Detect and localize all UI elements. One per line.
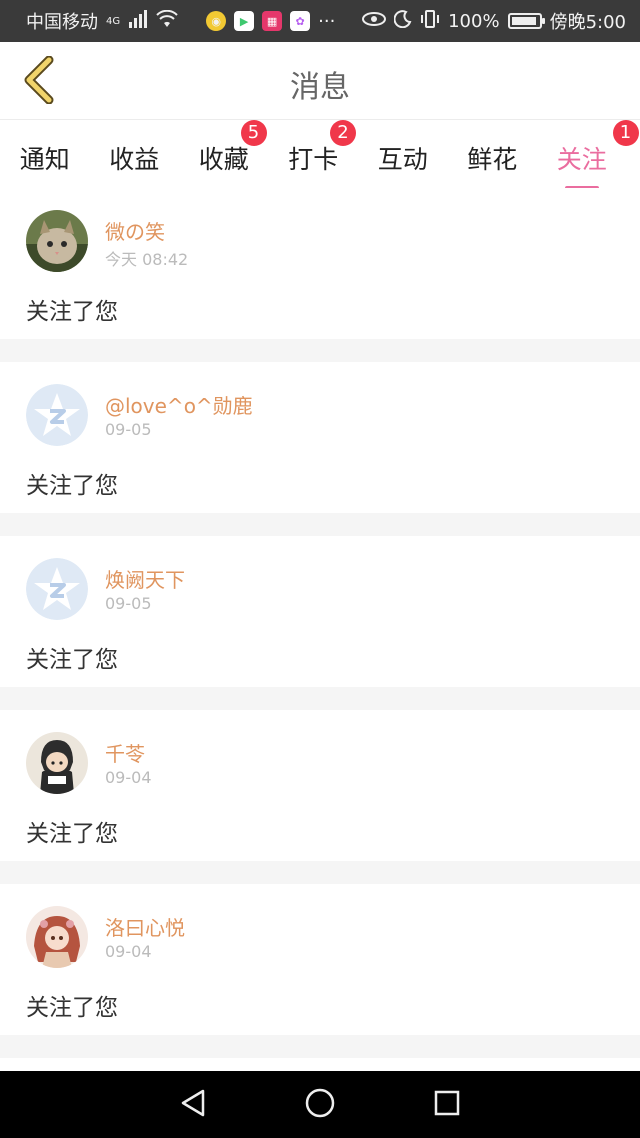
battery-icon bbox=[507, 13, 545, 29]
list-item[interactable]: 微の笑 今天 08:42 关注了您 bbox=[0, 188, 640, 339]
system-nav-bar bbox=[0, 1071, 640, 1138]
battery-percent: 100% bbox=[448, 10, 500, 32]
timestamp: 09-05 bbox=[105, 594, 152, 613]
user-name[interactable]: 洛曰心悦 bbox=[105, 912, 185, 941]
message-text: 关注了您 bbox=[26, 995, 118, 1021]
play-store-icon: ▶ bbox=[234, 11, 255, 31]
avatar[interactable] bbox=[26, 732, 88, 794]
wifi-icon bbox=[156, 9, 178, 33]
tab-label: 收藏 bbox=[198, 145, 249, 174]
tab-label: 互动 bbox=[377, 145, 428, 174]
message-text: 关注了您 bbox=[26, 473, 118, 499]
status-bar: 中国移动 4G ◉ ▶ ▦ ✿ ··· 100% 傍晚5:00 bbox=[0, 0, 640, 42]
message-text: 关注了您 bbox=[26, 647, 118, 673]
avatar[interactable] bbox=[26, 210, 88, 272]
user-name[interactable]: @love^o^勋鹿 bbox=[105, 390, 253, 419]
user-name[interactable]: 微の笑 bbox=[105, 216, 165, 245]
tab-label: 鲜花 bbox=[467, 145, 518, 174]
timestamp: 09-05 bbox=[105, 420, 152, 439]
tab-checkin[interactable]: 打卡 2 bbox=[269, 120, 359, 176]
tab-earnings[interactable]: 收益 bbox=[90, 132, 180, 176]
status-left: 中国移动 4G ◉ ▶ ▦ ✿ ··· bbox=[26, 8, 335, 34]
timestamp: 09-04 bbox=[105, 942, 152, 961]
user-name[interactable]: 焕阙天下 bbox=[105, 564, 185, 593]
header: 消息 bbox=[0, 42, 640, 120]
clock: 傍晚5:00 bbox=[549, 12, 626, 33]
timestamp: 今天 08:42 bbox=[105, 250, 189, 269]
status-right: 100% 傍晚5:00 bbox=[362, 8, 626, 34]
unread-badge: 1 bbox=[612, 120, 639, 146]
avatar[interactable] bbox=[26, 906, 88, 968]
page-title: 消息 bbox=[290, 70, 350, 105]
message-list: 微の笑 今天 08:42 关注了您 @love^o^勋鹿 09-05 关注了您 … bbox=[0, 188, 640, 1098]
unread-badge: 2 bbox=[330, 120, 356, 146]
gallery-icon: ✿ bbox=[290, 11, 311, 31]
tab-interaction[interactable]: 互动 bbox=[358, 132, 448, 176]
list-item[interactable]: 千苓 09-04 关注了您 bbox=[0, 710, 640, 861]
eye-icon bbox=[362, 11, 387, 32]
tab-bar: 通知 收益 收藏 5 打卡 2 互动 鲜花 关注 1 bbox=[0, 120, 640, 190]
carrier-label: 中国移动 bbox=[26, 12, 98, 33]
unread-badge: 5 bbox=[240, 120, 267, 146]
list-item[interactable]: 洛曰心悦 09-04 关注了您 bbox=[0, 884, 640, 1035]
timestamp: 09-04 bbox=[105, 768, 152, 787]
nav-back-button[interactable] bbox=[173, 1085, 213, 1125]
triangle-back-icon bbox=[179, 1088, 207, 1122]
tab-favorites[interactable]: 收藏 5 bbox=[179, 120, 269, 176]
tab-label: 收益 bbox=[109, 145, 160, 174]
moon-icon bbox=[393, 9, 412, 33]
tab-label: 通知 bbox=[19, 145, 70, 174]
circle-home-icon bbox=[304, 1087, 336, 1123]
user-name[interactable]: 千苓 bbox=[105, 738, 145, 767]
message-text: 关注了您 bbox=[26, 299, 118, 325]
signal-icon bbox=[128, 9, 148, 33]
network-label: 4G bbox=[106, 15, 121, 27]
tab-label: 关注 bbox=[556, 145, 607, 174]
app-notification-icon: ◉ bbox=[206, 11, 227, 31]
tab-follow[interactable]: 关注 1 bbox=[537, 120, 639, 190]
square-recents-icon bbox=[433, 1089, 461, 1121]
vibrate-icon bbox=[420, 9, 440, 33]
tab-notifications[interactable]: 通知 bbox=[0, 132, 90, 176]
avatar[interactable] bbox=[26, 558, 88, 620]
nav-home-button[interactable] bbox=[300, 1085, 340, 1125]
shop-icon: ▦ bbox=[262, 11, 283, 31]
more-icon: ··· bbox=[318, 10, 336, 32]
tab-label: 打卡 bbox=[288, 145, 339, 174]
list-item[interactable]: 焕阙天下 09-05 关注了您 bbox=[0, 536, 640, 687]
avatar[interactable] bbox=[26, 384, 88, 446]
list-item[interactable]: @love^o^勋鹿 09-05 关注了您 bbox=[0, 362, 640, 513]
nav-recents-button[interactable] bbox=[427, 1085, 467, 1125]
notification-icons: ◉ ▶ ▦ ✿ ··· bbox=[206, 11, 335, 32]
tab-flowers[interactable]: 鲜花 bbox=[448, 132, 538, 176]
message-text: 关注了您 bbox=[26, 821, 118, 847]
